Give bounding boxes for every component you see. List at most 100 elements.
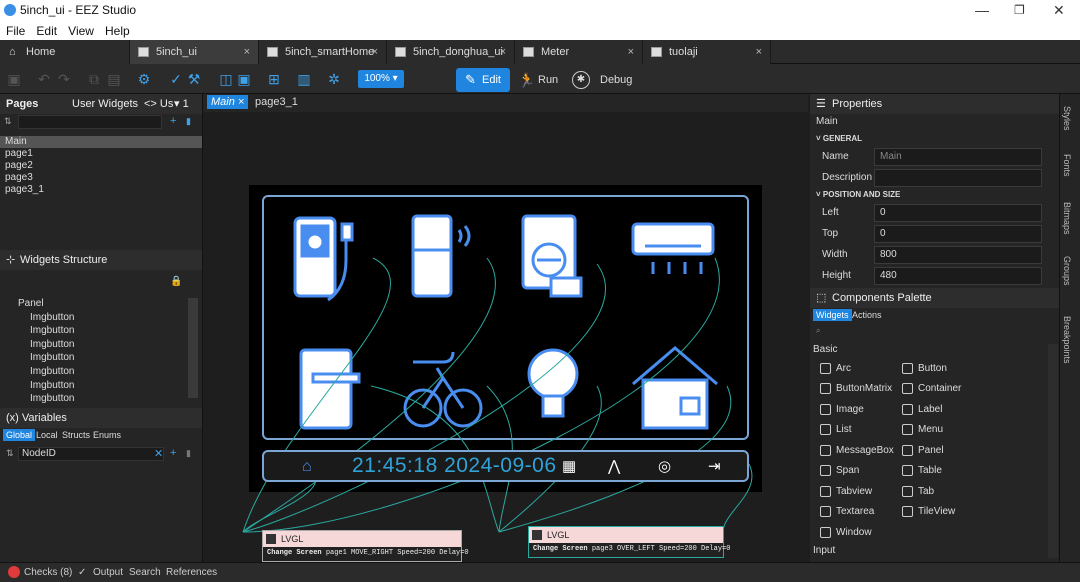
palette-item-messagebox[interactable]: MessageBox <box>820 444 894 458</box>
logout-icon[interactable]: ⇥ <box>708 457 721 475</box>
copy-icon[interactable]: ⧉ <box>86 71 102 87</box>
sort-icon[interactable]: ⇅ <box>4 116 12 127</box>
edit-button[interactable]: ✎ Edit <box>456 68 510 92</box>
variable-item[interactable]: NodeID <box>18 447 164 461</box>
tab-user-actions[interactable]: <> Us <box>144 94 173 114</box>
description-field[interactable] <box>874 169 1042 187</box>
tree-item[interactable]: Imgbutton <box>0 380 186 394</box>
fridge-icon[interactable] <box>411 214 471 298</box>
tab-structs[interactable]: Structs <box>62 430 90 440</box>
height-field[interactable]: 480 <box>874 267 1042 285</box>
menu-edit[interactable]: Edit <box>36 22 57 40</box>
side-tab-bitmaps[interactable]: Bitmaps <box>1062 202 1072 235</box>
palette-item-tileview[interactable]: TileView <box>902 505 955 519</box>
charger-icon[interactable] <box>293 216 354 302</box>
calendar-icon[interactable]: ▦ <box>562 457 576 475</box>
palette-item-label[interactable]: Label <box>902 403 942 417</box>
target-icon[interactable]: ◎ <box>658 457 671 475</box>
palette-item-panel[interactable]: Panel <box>902 444 944 458</box>
tab-tuolaji[interactable]: tuolaji × <box>643 40 771 64</box>
smart-bulb-icon[interactable] <box>527 348 579 418</box>
share-icon[interactable]: ⋀ <box>608 457 620 475</box>
side-tab-breakpoints[interactable]: Breakpoints <box>1062 316 1072 364</box>
palette-item-buttonmatrix[interactable]: ButtonMatrix <box>820 382 892 396</box>
palette-item-tab[interactable]: Tab <box>902 485 934 499</box>
delete-page-icon[interactable]: ▮ <box>186 116 191 127</box>
tab-overflow[interactable]: ▾ 1 <box>174 94 189 114</box>
tab-user-widgets[interactable]: User Widgets <box>72 94 138 114</box>
washing-machine-icon[interactable] <box>521 214 583 298</box>
frame-active-icon[interactable]: ▣ <box>236 71 252 87</box>
minimize-icon[interactable]: — <box>975 2 989 18</box>
section-position[interactable]: ˅ POSITION AND SIZE <box>810 188 1059 202</box>
zoom-dropdown[interactable]: 100% ▾ <box>358 70 404 88</box>
left-field[interactable]: 0 <box>874 204 1042 222</box>
router-icon[interactable]: ⌂ <box>302 458 312 476</box>
tree-item[interactable]: Imgbutton <box>0 339 186 353</box>
list-item[interactable]: Main <box>0 136 202 148</box>
restore-icon[interactable]: ❐ <box>1014 3 1025 17</box>
delete-variable-icon[interactable]: ▮ <box>186 448 191 459</box>
list-item[interactable]: page3_1 <box>0 184 202 196</box>
palette-scrollbar[interactable] <box>1048 344 1058 558</box>
tree-item[interactable]: Imgbutton <box>0 393 186 407</box>
run-button[interactable]: 🏃 Run <box>516 68 558 92</box>
palette-item-arc[interactable]: Arc <box>820 362 851 376</box>
debug-button[interactable]: ✱ Debug <box>570 68 632 92</box>
tree-item[interactable]: Imgbutton <box>0 366 186 380</box>
tab-page3-1[interactable]: page3_1 <box>255 96 298 108</box>
palette-item-button[interactable]: Button <box>902 362 947 376</box>
palette-item-image[interactable]: Image <box>820 403 864 417</box>
list-item[interactable]: page1 <box>0 148 202 160</box>
close-tab-icon[interactable]: × <box>756 40 762 64</box>
palette-item-list[interactable]: List <box>820 423 852 437</box>
save-icon[interactable]: ▣ <box>6 71 22 87</box>
palette-item-span[interactable]: Span <box>820 464 859 478</box>
action-node-page3[interactable]: LVGL Change Screen page3 OVER_LEFT Speed… <box>528 526 730 558</box>
palette-item-container[interactable]: Container <box>902 382 961 396</box>
search-tab[interactable]: Search <box>129 567 161 578</box>
tab-main[interactable]: Main × <box>207 95 249 109</box>
section-general[interactable]: ˅ GENERAL <box>810 132 1059 146</box>
menu-help[interactable]: Help <box>105 22 130 40</box>
tab-pages[interactable]: Pages <box>6 94 38 114</box>
tab-5inch-smarthome[interactable]: 5inch_smartHome × <box>259 40 387 64</box>
paste-icon[interactable]: ▤ <box>106 71 122 87</box>
add-page-icon[interactable]: + <box>170 115 176 127</box>
tab-meter[interactable]: Meter × <box>515 40 643 64</box>
undo-icon[interactable]: ↶ <box>36 71 52 87</box>
menu-view[interactable]: View <box>68 22 94 40</box>
air-conditioner-icon[interactable] <box>631 222 715 274</box>
clear-icon[interactable]: ✕ <box>154 447 163 460</box>
add-variable-icon[interactable]: + <box>170 447 176 459</box>
palette-search-input[interactable]: ⌕ <box>816 326 1046 338</box>
menu-file[interactable]: File <box>6 22 25 40</box>
check-icon[interactable]: ✓ <box>168 71 184 87</box>
wrench-icon[interactable]: ⚒ <box>186 71 202 87</box>
list-item[interactable]: page3 <box>0 172 202 184</box>
tree-item[interactable]: Panel <box>0 298 186 312</box>
lock-icon[interactable]: 🔒 <box>170 276 182 287</box>
tab-5inch-ui[interactable]: 5inch_ui × <box>130 40 259 64</box>
sort-icon[interactable]: ⇅ <box>6 448 14 459</box>
references-tab[interactable]: References <box>166 567 217 578</box>
hierarchy-icon[interactable]: ⊞ <box>266 71 282 87</box>
close-tab-icon[interactable]: × <box>372 40 378 64</box>
palette-item-table[interactable]: Table <box>902 464 942 478</box>
tab-home[interactable]: ⌂ Home <box>0 40 130 64</box>
output-tab[interactable]: Output <box>93 567 123 578</box>
settings-icon[interactable]: ✲ <box>326 71 342 87</box>
list-item[interactable]: page2 <box>0 160 202 172</box>
close-tab-icon[interactable]: × <box>244 40 250 64</box>
tree-item[interactable]: Imgbutton <box>0 352 186 366</box>
tab-local[interactable]: Local <box>36 430 58 440</box>
smart-home-icon[interactable] <box>632 346 718 430</box>
width-field[interactable]: 800 <box>874 246 1042 264</box>
close-icon[interactable]: ✕ <box>1053 2 1065 19</box>
tab-5inch-donghua-ui[interactable]: 5inch_donghua_ui × <box>387 40 515 64</box>
tree-scrollbar[interactable] <box>188 298 198 398</box>
tab-actions[interactable]: Actions <box>852 310 882 320</box>
name-field[interactable]: Main <box>874 148 1042 166</box>
palette-item-window[interactable]: Window <box>820 526 872 540</box>
tree-item[interactable]: Imgbutton <box>0 325 186 339</box>
